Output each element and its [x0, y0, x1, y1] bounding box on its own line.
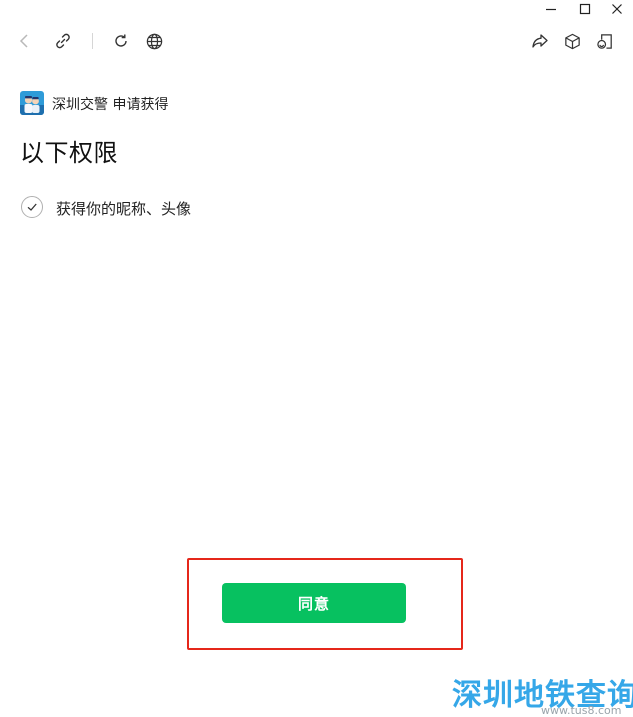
- toolbar-separator: [92, 33, 93, 49]
- watermark-url: www.tus8.com: [541, 704, 622, 717]
- maximize-button[interactable]: [570, 0, 600, 18]
- cube-icon: [564, 33, 580, 49]
- link-icon: [56, 33, 70, 49]
- back-icon: [19, 34, 28, 48]
- check-icon: [27, 203, 37, 211]
- minimize-button[interactable]: [536, 0, 566, 18]
- maximize-icon: [579, 3, 591, 15]
- close-button[interactable]: [602, 0, 632, 18]
- permission-checkbox[interactable]: [21, 196, 43, 218]
- page-title: 以下权限: [20, 139, 118, 167]
- minimize-to-float-button[interactable]: [592, 28, 618, 54]
- mini-program-icon: [596, 33, 612, 49]
- open-in-browser-button[interactable]: [141, 28, 167, 54]
- minimize-icon: [546, 8, 556, 11]
- mini-program-home-button[interactable]: [559, 28, 585, 54]
- share-icon: [532, 34, 548, 48]
- agree-button[interactable]: 同意: [222, 583, 406, 623]
- app-name: 深圳交警: [52, 97, 108, 113]
- refresh-icon: [115, 34, 127, 47]
- refresh-button[interactable]: [108, 28, 134, 54]
- app-logo: [20, 91, 44, 115]
- requesting-app: 深圳交警 申请获得: [52, 94, 168, 114]
- permission-label: 获得你的昵称、头像: [56, 200, 192, 218]
- globe-icon: [146, 33, 162, 49]
- request-text: 申请获得: [112, 97, 169, 113]
- share-button[interactable]: [527, 28, 553, 54]
- back-button[interactable]: [11, 28, 37, 54]
- copy-link-button[interactable]: [50, 28, 76, 54]
- close-icon: [612, 4, 622, 14]
